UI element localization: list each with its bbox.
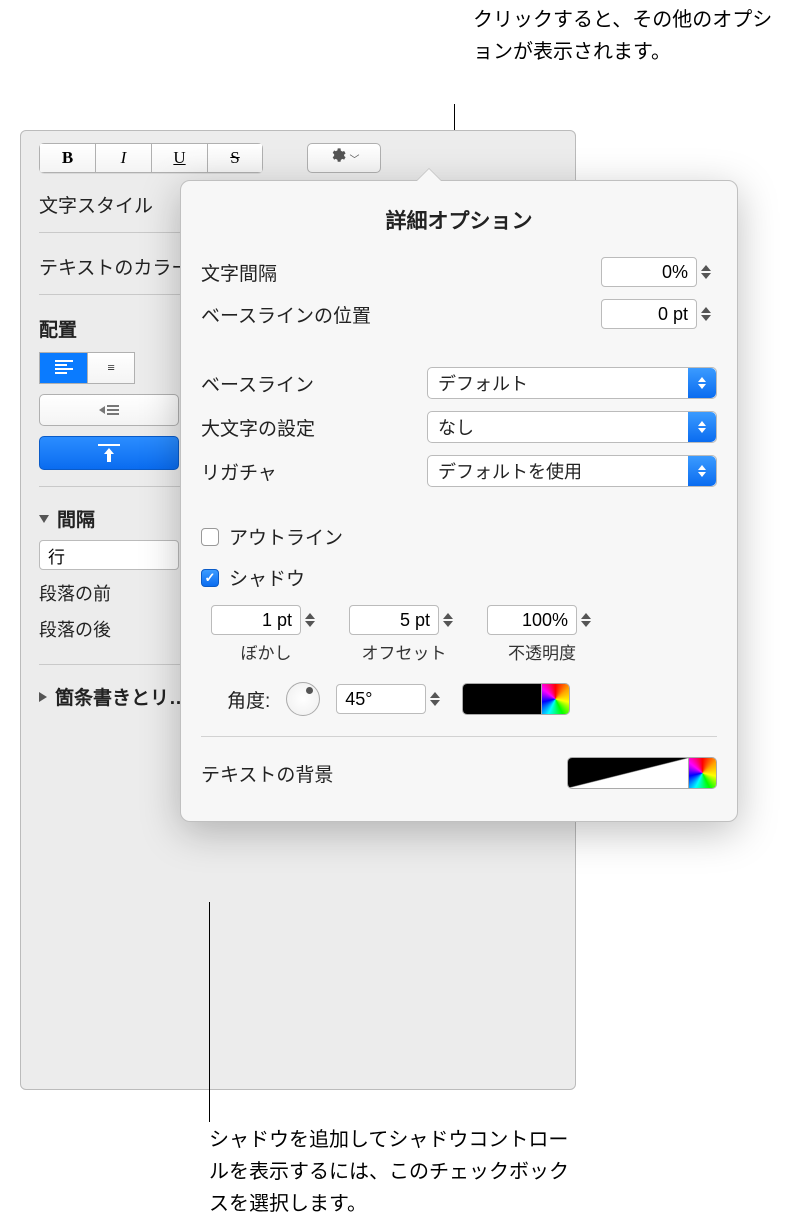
baseline-select-value: デフォルト — [438, 370, 528, 396]
baseline-position-input[interactable] — [601, 299, 697, 329]
spacing-label: 間隔 — [57, 505, 95, 532]
style-segment: B I U S — [39, 143, 263, 173]
shadow-angle-input[interactable] — [336, 684, 426, 714]
char-spacing-input[interactable] — [601, 257, 697, 287]
indent-button[interactable] — [39, 394, 179, 426]
align-left-button[interactable] — [39, 352, 87, 384]
divider — [201, 736, 717, 737]
shadow-offset-input[interactable] — [349, 605, 439, 635]
select-arrows-icon — [688, 368, 716, 398]
align-center-button[interactable]: ≡ — [87, 352, 135, 384]
advanced-options-popover: 詳細オプション 文字間隔 ベースラインの位置 ベースライン デフォルト 大文字の… — [180, 180, 738, 822]
ligature-select[interactable]: デフォルトを使用 — [427, 455, 717, 487]
capitalization-label: 大文字の設定 — [201, 414, 315, 441]
shadow-angle-label: 角度: — [227, 686, 270, 713]
baseline-position-stepper[interactable] — [601, 299, 717, 329]
color-picker-icon[interactable] — [541, 684, 569, 714]
stepper-arrows-icon[interactable] — [430, 685, 446, 713]
strikethrough-button[interactable]: S — [207, 143, 263, 173]
shadow-angle-stepper[interactable] — [336, 684, 446, 714]
ligature-label: リガチャ — [201, 458, 277, 485]
shadow-angle-dial[interactable] — [286, 682, 320, 716]
shadow-label: シャドウ — [229, 564, 305, 591]
vertical-align-top-button[interactable] — [39, 436, 179, 470]
stepper-arrows-icon[interactable] — [443, 606, 459, 634]
shadow-blur-stepper[interactable] — [211, 605, 321, 635]
shadow-color-well[interactable] — [462, 683, 570, 715]
callout-bottom: シャドウを追加してシャドウコントロールを表示するには、このチェックボックスを選択… — [209, 1124, 569, 1220]
shadow-opacity-label: 不透明度 — [508, 639, 576, 664]
stepper-arrows-icon[interactable] — [701, 300, 717, 328]
stepper-arrows-icon[interactable] — [305, 606, 321, 634]
outline-label: アウトライン — [229, 523, 343, 550]
text-background-color-well[interactable] — [567, 757, 717, 789]
chevron-down-icon: ﹀ — [350, 151, 360, 166]
color-picker-icon[interactable] — [688, 758, 716, 788]
shadow-color-swatch — [463, 684, 541, 714]
triangle-down-icon — [39, 515, 49, 523]
shadow-blur-input[interactable] — [211, 605, 301, 635]
callout-bottom-text: シャドウを追加してシャドウコントロールを表示するには、このチェックボックスを選択… — [209, 1129, 569, 1215]
underline-button[interactable]: U — [151, 143, 207, 173]
callout-top: クリックすると、その他のオプションが表示されます。 — [473, 4, 773, 68]
italic-button[interactable]: I — [95, 143, 151, 173]
shadow-opacity-stepper[interactable] — [487, 605, 597, 635]
shadow-offset-stepper[interactable] — [349, 605, 459, 635]
text-style-toolbar: B I U S ﹀ — [21, 131, 575, 181]
baseline-select[interactable]: デフォルト — [427, 367, 717, 399]
select-arrows-icon — [688, 412, 716, 442]
shadow-blur-label: ぼかし — [241, 639, 292, 664]
select-arrows-icon — [688, 456, 716, 486]
shadow-offset-label: オフセット — [362, 639, 447, 664]
line-spacing-input[interactable] — [39, 540, 179, 570]
callout-top-text: クリックすると、その他のオプションが表示されます。 — [473, 9, 772, 63]
stepper-arrows-icon[interactable] — [701, 258, 717, 286]
bullets-label: 箇条書きとリ… — [55, 683, 188, 710]
advanced-options-button[interactable]: ﹀ — [307, 143, 381, 173]
text-background-label: テキストの背景 — [201, 760, 333, 787]
shadow-opacity-input[interactable] — [487, 605, 577, 635]
triangle-right-icon — [39, 692, 47, 702]
text-background-swatch — [568, 758, 688, 788]
capitalization-select[interactable]: なし — [427, 411, 717, 443]
shadow-checkbox[interactable] — [201, 569, 219, 587]
stepper-arrows-icon[interactable] — [581, 606, 597, 634]
outline-checkbox[interactable] — [201, 528, 219, 546]
ligature-select-value: デフォルトを使用 — [438, 458, 582, 484]
char-spacing-stepper[interactable] — [601, 257, 717, 287]
gear-icon — [329, 147, 346, 169]
char-spacing-label: 文字間隔 — [201, 259, 277, 286]
popover-title: 詳細オプション — [201, 205, 717, 235]
baseline-label: ベースライン — [201, 370, 314, 397]
callout-bottom-leader — [209, 902, 210, 1122]
baseline-position-label: ベースラインの位置 — [201, 301, 371, 328]
bold-button[interactable]: B — [39, 143, 95, 173]
capitalization-select-value: なし — [438, 414, 474, 440]
